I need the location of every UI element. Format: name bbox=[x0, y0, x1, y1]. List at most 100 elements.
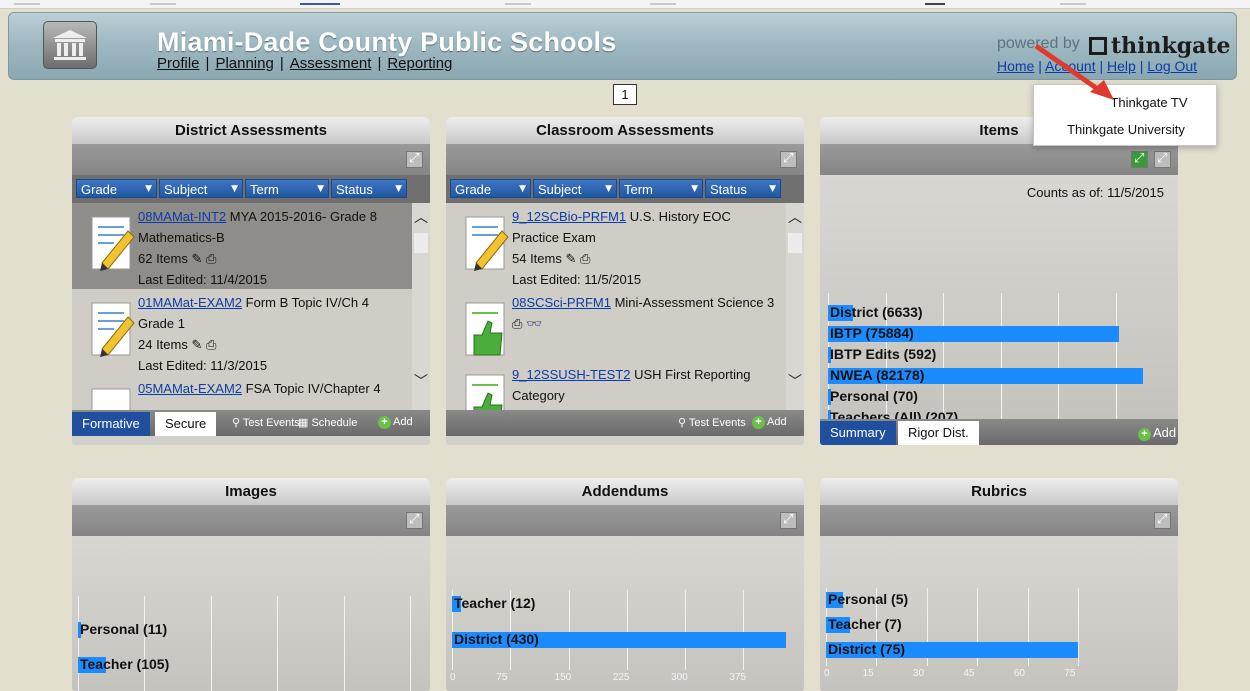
images-chart: Personal (11)Teacher (105)District (1118… bbox=[72, 536, 430, 691]
panel-toolbar bbox=[820, 505, 1178, 536]
assessment-link[interactable]: 9_12SCBio-PRFM1 bbox=[512, 209, 626, 224]
term-filter[interactable]: Term bbox=[619, 179, 703, 199]
panel-toolbar bbox=[72, 144, 430, 175]
list-item[interactable]: 01MAMat-EXAM2 Form B Topic IV/Ch 4 Grade … bbox=[72, 289, 412, 375]
panel-toolbar bbox=[446, 144, 804, 175]
bar-label: Personal (11) bbox=[80, 621, 168, 637]
logout-link[interactable]: Log Out bbox=[1147, 58, 1197, 74]
bar-label: District (6633) bbox=[830, 304, 923, 320]
x-tick-label: 75 bbox=[1064, 668, 1076, 679]
grade-filter[interactable]: Grade bbox=[450, 179, 531, 199]
document-pencil-icon bbox=[91, 302, 135, 357]
district-assessments-panel: District Assessments GradeSubjectTermSta… bbox=[72, 117, 430, 445]
page-number[interactable]: 1 bbox=[613, 84, 637, 105]
bar-label: District (430) bbox=[454, 631, 539, 647]
add-button[interactable]: + Add bbox=[378, 416, 413, 429]
subject-filter[interactable]: Subject bbox=[533, 179, 617, 199]
nav-profile[interactable]: Profile bbox=[157, 55, 200, 72]
export-icon[interactable] bbox=[1131, 151, 1148, 168]
assessment-link[interactable]: 05MAMat-EXAM2 bbox=[138, 381, 242, 396]
status-filter[interactable]: Status bbox=[331, 179, 407, 199]
gridline bbox=[568, 590, 570, 670]
term-filter[interactable]: Term bbox=[245, 179, 329, 199]
document-pencil-icon bbox=[91, 388, 131, 410]
list-scrollbar[interactable]: ︿ ﹀ bbox=[786, 203, 804, 410]
tab-summary[interactable]: Summary bbox=[820, 421, 896, 445]
x-tick-label: 75 bbox=[496, 672, 508, 683]
add-button[interactable]: + Add bbox=[752, 416, 787, 429]
list-item[interactable]: 9_12SSUSH-TEST2 USH First Reporting Categ… bbox=[446, 361, 786, 410]
expand-icon[interactable] bbox=[1154, 151, 1171, 168]
schedule-button[interactable]: ▦ Schedule bbox=[298, 416, 357, 429]
bar-label: Personal (5) bbox=[828, 591, 909, 607]
print-icon[interactable]: ⎙ bbox=[206, 251, 216, 266]
preview-icon[interactable]: 👓 bbox=[526, 316, 542, 331]
tab-rigor-dist[interactable]: Rigor Dist. bbox=[898, 421, 979, 445]
expand-icon[interactable] bbox=[780, 512, 797, 529]
add-icon: + bbox=[752, 416, 765, 429]
grade-filter[interactable]: Grade bbox=[76, 179, 157, 199]
print-icon[interactable]: ⎙ bbox=[512, 316, 522, 331]
edit-icon[interactable]: ✎ bbox=[191, 251, 202, 266]
document-pencil-icon bbox=[91, 216, 135, 271]
bar-label: Teacher (7) bbox=[828, 616, 902, 632]
panel-footer: ⚲ Test Events + Add bbox=[446, 410, 804, 436]
expand-icon[interactable] bbox=[1154, 512, 1171, 529]
panel-footer: Summary Rigor Dist. + Add bbox=[820, 419, 1178, 445]
assessment-link[interactable]: 08MAMat-INT2 bbox=[138, 209, 226, 224]
filter-bar: GradeSubjectTermStatus bbox=[72, 175, 430, 203]
x-tick-label: 150 bbox=[554, 672, 572, 683]
assessment-link[interactable]: 01MAMat-EXAM2 bbox=[138, 295, 242, 310]
rubrics-chart: 0 15 30 45 60 75 Personal (5) Teacher (7) Distri… bbox=[820, 536, 1178, 691]
test-events-button[interactable]: ⚲ Test Events bbox=[678, 416, 746, 429]
assessment-link[interactable]: 9_12SSUSH-TEST2 bbox=[512, 367, 631, 382]
rubrics-panel: Rubrics 0 15 30 45 60 75 Personal (5) Teacher (… bbox=[820, 478, 1178, 691]
print-icon[interactable]: ⎙ bbox=[206, 337, 216, 352]
page-title: Miami-Dade County Public Schools bbox=[157, 27, 617, 57]
addendums-chart: 0 75 150 225 300 375 Teacher (12) District (430… bbox=[446, 536, 804, 691]
list-scrollbar[interactable]: ︿ ﹀ bbox=[412, 203, 430, 410]
assessment-link[interactable]: 08SCSci-PRFM1 bbox=[512, 295, 611, 310]
gridline bbox=[410, 596, 411, 691]
x-tick-label: 225 bbox=[612, 672, 630, 683]
bar-label: District (75) bbox=[828, 641, 906, 657]
gridline bbox=[277, 596, 279, 691]
edit-icon[interactable]: ✎ bbox=[191, 337, 202, 352]
home-link[interactable]: Home bbox=[997, 58, 1034, 74]
panel-toolbar bbox=[820, 144, 1178, 175]
gridline bbox=[1078, 588, 1080, 666]
tab-secure[interactable]: Secure bbox=[155, 412, 217, 436]
expand-icon[interactable] bbox=[406, 512, 423, 529]
document-pencil-icon bbox=[465, 216, 509, 271]
list-item[interactable]: 08MAMat-INT2 MYA 2015-2016- Grade 8 Mathe… bbox=[72, 203, 412, 289]
add-button[interactable]: + Add bbox=[1138, 425, 1176, 441]
status-filter[interactable]: Status bbox=[705, 179, 781, 199]
bar-label: Teacher (12) bbox=[454, 595, 536, 611]
bar-label: IBTP Edits (592) bbox=[830, 346, 937, 362]
gridline bbox=[743, 590, 745, 670]
items-chart: Counts as of: 11/5/2015 015,00030,00045,… bbox=[820, 175, 1178, 444]
nav-assessment[interactable]: Assessment bbox=[290, 55, 372, 72]
panel-toolbar bbox=[446, 505, 804, 536]
assessment-list: 08MAMat-INT2 MYA 2015-2016- Grade 8 Mathe… bbox=[72, 203, 430, 410]
expand-icon[interactable] bbox=[406, 151, 423, 168]
tab-formative[interactable]: Formative bbox=[72, 412, 150, 436]
x-tick-label: 0 bbox=[450, 672, 456, 683]
print-icon[interactable]: ⎙ bbox=[580, 251, 590, 266]
subject-filter[interactable]: Subject bbox=[159, 179, 243, 199]
nav-planning[interactable]: Planning bbox=[215, 55, 273, 72]
panel-footer: Formative Secure ⚲ Test Events ▦ Schedul… bbox=[72, 410, 430, 436]
test-events-button[interactable]: ⚲ Test Events bbox=[232, 416, 300, 429]
add-icon: + bbox=[378, 416, 391, 429]
items-panel: Items Counts as of: 11/5/2015 015,00030,… bbox=[820, 117, 1178, 445]
school-building-icon bbox=[43, 21, 97, 69]
list-item[interactable]: 05MAMat-EXAM2 FSA Topic IV/Chapter 4 bbox=[72, 375, 412, 410]
panel-title: Images bbox=[72, 478, 430, 505]
nav-reporting[interactable]: Reporting bbox=[387, 55, 452, 72]
edit-icon[interactable]: ✎ bbox=[565, 251, 576, 266]
filter-bar: GradeSubjectTermStatus bbox=[446, 175, 804, 203]
document-thumbs-up-icon bbox=[465, 302, 505, 356]
list-item[interactable]: 9_12SCBio-PRFM1 U.S. History EOC Practice… bbox=[446, 203, 786, 289]
expand-icon[interactable] bbox=[780, 151, 797, 168]
menu-item-thinkgate-university[interactable]: Thinkgate University bbox=[1034, 122, 1218, 137]
